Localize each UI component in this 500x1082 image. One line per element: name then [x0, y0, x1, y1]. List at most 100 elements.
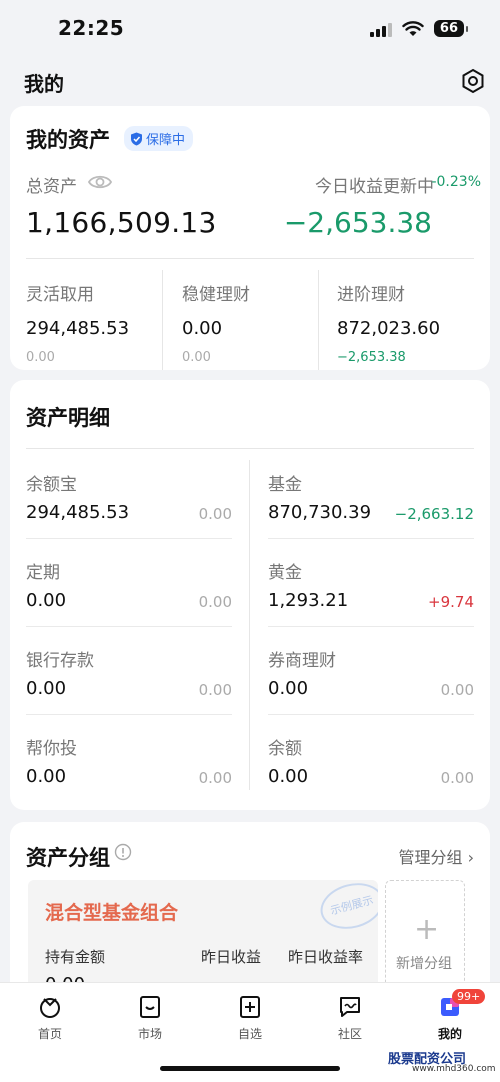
- wifi-icon: [402, 20, 424, 36]
- detail-value: 0.00: [26, 766, 67, 787]
- tab-community[interactable]: 社区: [310, 993, 390, 1049]
- detail-label: 银行存款: [26, 651, 94, 671]
- page-title: 我的: [24, 72, 64, 96]
- status-bar: 22:25 66: [0, 0, 500, 60]
- row-divider: [268, 714, 474, 715]
- tab-label: 我的: [437, 1027, 462, 1041]
- row-divider: [26, 626, 232, 627]
- sub-label: 稳健理财: [182, 285, 250, 305]
- sub-label: 灵活取用: [26, 285, 94, 305]
- holding-amount-label: 持有金额: [45, 948, 106, 966]
- detail-label: 黄金: [268, 563, 302, 583]
- signal-icon: [369, 21, 392, 37]
- flexible-use-column[interactable]: 灵活取用 294,485.53 0.00: [26, 270, 176, 370]
- detail-label: 余额宝: [26, 475, 77, 495]
- detail-change: 0.00: [198, 681, 232, 699]
- row-divider: [268, 538, 474, 539]
- row-divider: [268, 626, 474, 627]
- asset-groups-card: 资产分组 管理分组 › 混合型基金组合 示例展示 持有金额 昨日收益 昨日收益率…: [10, 822, 490, 1010]
- settings-icon[interactable]: [460, 68, 486, 94]
- row-divider: [26, 714, 232, 715]
- steady-finance-column[interactable]: 稳健理财 0.00 0.00: [182, 270, 332, 370]
- sub-value: 294,485.53: [26, 318, 130, 339]
- detail-item-fund[interactable]: 基金 870,730.39 −2,663.12: [268, 456, 474, 544]
- detail-value: 0.00: [26, 590, 67, 611]
- tab-label: 首页: [37, 1027, 62, 1041]
- tab-label: 市场: [137, 1027, 162, 1041]
- detail-label: 定期: [26, 563, 60, 583]
- detail-change: −2,663.12: [394, 505, 474, 523]
- add-group-label: 新增分组: [396, 956, 452, 972]
- detail-item-yuebao[interactable]: 余额宝 294,485.53 0.00: [26, 456, 232, 544]
- my-assets-card[interactable]: 我的资产 保障中 总资产 1,166,509.13 今日收益更新中 -0.23%…: [10, 106, 490, 370]
- sub-change: −2,653.38: [337, 350, 406, 365]
- detail-change: 0.00: [198, 593, 232, 611]
- detail-item-help-invest[interactable]: 帮你投 0.00 0.00: [26, 720, 232, 808]
- detail-label: 帮你投: [26, 739, 77, 759]
- shield-icon: [131, 132, 142, 145]
- detail-value: 870,730.39: [268, 502, 372, 523]
- tab-label: 社区: [337, 1027, 362, 1041]
- detail-value: 0.00: [268, 678, 309, 699]
- detail-item-bank-deposit[interactable]: 银行存款 0.00 0.00: [26, 632, 232, 720]
- detail-change: 0.00: [198, 505, 232, 523]
- group-name: 混合型基金组合: [45, 902, 179, 924]
- detail-value: 294,485.53: [26, 502, 130, 523]
- plus-icon: +: [414, 912, 440, 947]
- tab-watchlist[interactable]: 自选: [210, 993, 290, 1049]
- column-divider: [249, 460, 250, 790]
- tab-home[interactable]: 首页: [10, 993, 90, 1049]
- status-icons: 66: [369, 20, 469, 37]
- manage-groups-label: 管理分组: [398, 848, 463, 867]
- home-indicator[interactable]: [160, 1066, 340, 1071]
- detail-item-balance[interactable]: 余额 0.00 0.00: [268, 720, 474, 808]
- detail-label: 券商理财: [268, 651, 336, 671]
- watermark-url: www.mhd360.com: [412, 1064, 496, 1074]
- protection-badge-label: 保障中: [146, 133, 186, 148]
- advanced-finance-column[interactable]: 进阶理财 872,023.60 −2,653.38: [337, 270, 487, 370]
- watchlist-icon: [240, 996, 260, 1018]
- detail-change: 0.00: [440, 681, 474, 699]
- market-icon: [140, 996, 160, 1018]
- detail-value: 1,293.21: [268, 590, 349, 611]
- total-assets-label: 总资产: [26, 177, 77, 197]
- divider: [26, 448, 474, 449]
- detail-change: 0.00: [440, 769, 474, 787]
- battery-indicator: 66: [433, 20, 469, 37]
- detail-label: 基金: [268, 475, 302, 495]
- chevron-right-icon: ›: [467, 848, 474, 867]
- detail-item-fixed-term[interactable]: 定期 0.00 0.00: [26, 544, 232, 632]
- divider: [26, 258, 474, 259]
- community-icon: [340, 997, 360, 1017]
- manage-groups-link[interactable]: 管理分组 ›: [398, 844, 474, 868]
- eye-icon[interactable]: [88, 172, 112, 192]
- notification-badge: 99+: [452, 989, 486, 1004]
- sub-label: 进阶理财: [337, 285, 405, 305]
- tab-label: 自选: [237, 1027, 262, 1041]
- sub-change: 0.00: [26, 350, 55, 365]
- detail-change: +9.74: [428, 593, 474, 611]
- protection-badge[interactable]: 保障中: [124, 126, 194, 151]
- sample-stamp: 示例展示: [315, 880, 378, 936]
- status-time: 22:25: [58, 16, 125, 40]
- page-header: 我的: [0, 60, 500, 102]
- info-icon[interactable]: [114, 843, 132, 861]
- row-divider: [26, 538, 232, 539]
- home-icon: [40, 998, 60, 1018]
- detail-value: 0.00: [268, 766, 309, 787]
- yesterday-rate-label: 昨日收益率: [288, 948, 364, 966]
- detail-item-broker-finance[interactable]: 券商理财 0.00 0.00: [268, 632, 474, 720]
- yesterday-profit-label: 昨日收益: [201, 948, 262, 966]
- sub-value: 0.00: [182, 318, 223, 339]
- total-assets-value[interactable]: 1,166,509.13: [26, 206, 217, 239]
- detail-value: 0.00: [26, 678, 67, 699]
- today-profit-label: 今日收益更新中: [315, 177, 434, 197]
- asset-detail-card: 资产明细 余额宝 294,485.53 0.00 定期 0.00 0.00 银行…: [10, 380, 490, 810]
- sub-value: 872,023.60: [337, 318, 441, 339]
- detail-title: 资产明细: [26, 406, 110, 430]
- detail-label: 余额: [268, 739, 302, 759]
- detail-item-gold[interactable]: 黄金 1,293.21 +9.74: [268, 544, 474, 632]
- sub-change: 0.00: [182, 350, 211, 365]
- tab-market[interactable]: 市场: [110, 993, 190, 1049]
- today-profit-value[interactable]: −2,653.38: [284, 206, 432, 239]
